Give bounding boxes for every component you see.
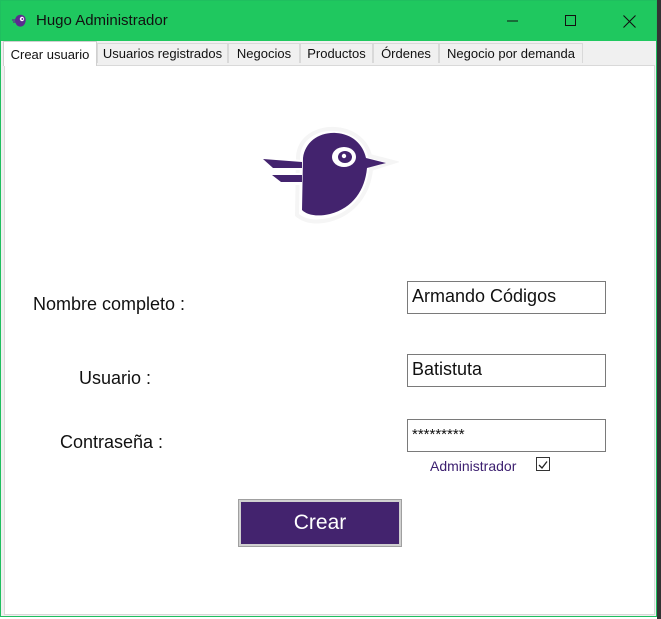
background-edge (657, 0, 661, 619)
window-title: Hugo Administrador (36, 12, 168, 29)
tab-strip: Crear usuario Usuarios registrados Negoc… (1, 41, 656, 66)
nombre-completo-label: Nombre completo : (33, 294, 186, 314)
crear-usuario-panel: Nombre completo : Armando Códigos Usuari… (4, 65, 655, 615)
tab-negocio-por-demanda[interactable]: Negocio por demanda (439, 43, 583, 63)
bird-logo-icon (259, 126, 399, 224)
maximize-icon (565, 15, 576, 26)
administrador-label: Administrador (430, 458, 517, 474)
contrasena-label: Contraseña : (60, 432, 164, 452)
tab-negocios[interactable]: Negocios (228, 43, 300, 63)
tab-productos[interactable]: Productos (300, 43, 373, 63)
tab-ordenes[interactable]: Órdenes (373, 43, 439, 63)
usuario-label: Usuario : (79, 368, 152, 388)
administrador-checkbox[interactable] (536, 457, 550, 471)
contrasena-input[interactable]: ********* (407, 419, 606, 452)
crear-button[interactable]: Crear (238, 499, 402, 547)
close-icon (622, 14, 636, 28)
close-button[interactable] (600, 1, 658, 41)
minimize-button[interactable] (484, 1, 542, 41)
nombre-completo-input[interactable]: Armando Códigos (407, 281, 606, 314)
title-bar[interactable]: Hugo Administrador (1, 1, 656, 41)
tab-crear-usuario[interactable]: Crear usuario (3, 41, 97, 66)
minimize-icon (507, 20, 518, 22)
app-window: Hugo Administrador Crear usuario Usuario… (0, 0, 657, 617)
tab-usuarios-registrados[interactable]: Usuarios registrados (97, 43, 228, 63)
app-icon (12, 14, 26, 27)
usuario-input[interactable]: Batistuta (407, 354, 606, 387)
checkmark-icon (538, 461, 548, 469)
maximize-button[interactable] (542, 1, 600, 41)
